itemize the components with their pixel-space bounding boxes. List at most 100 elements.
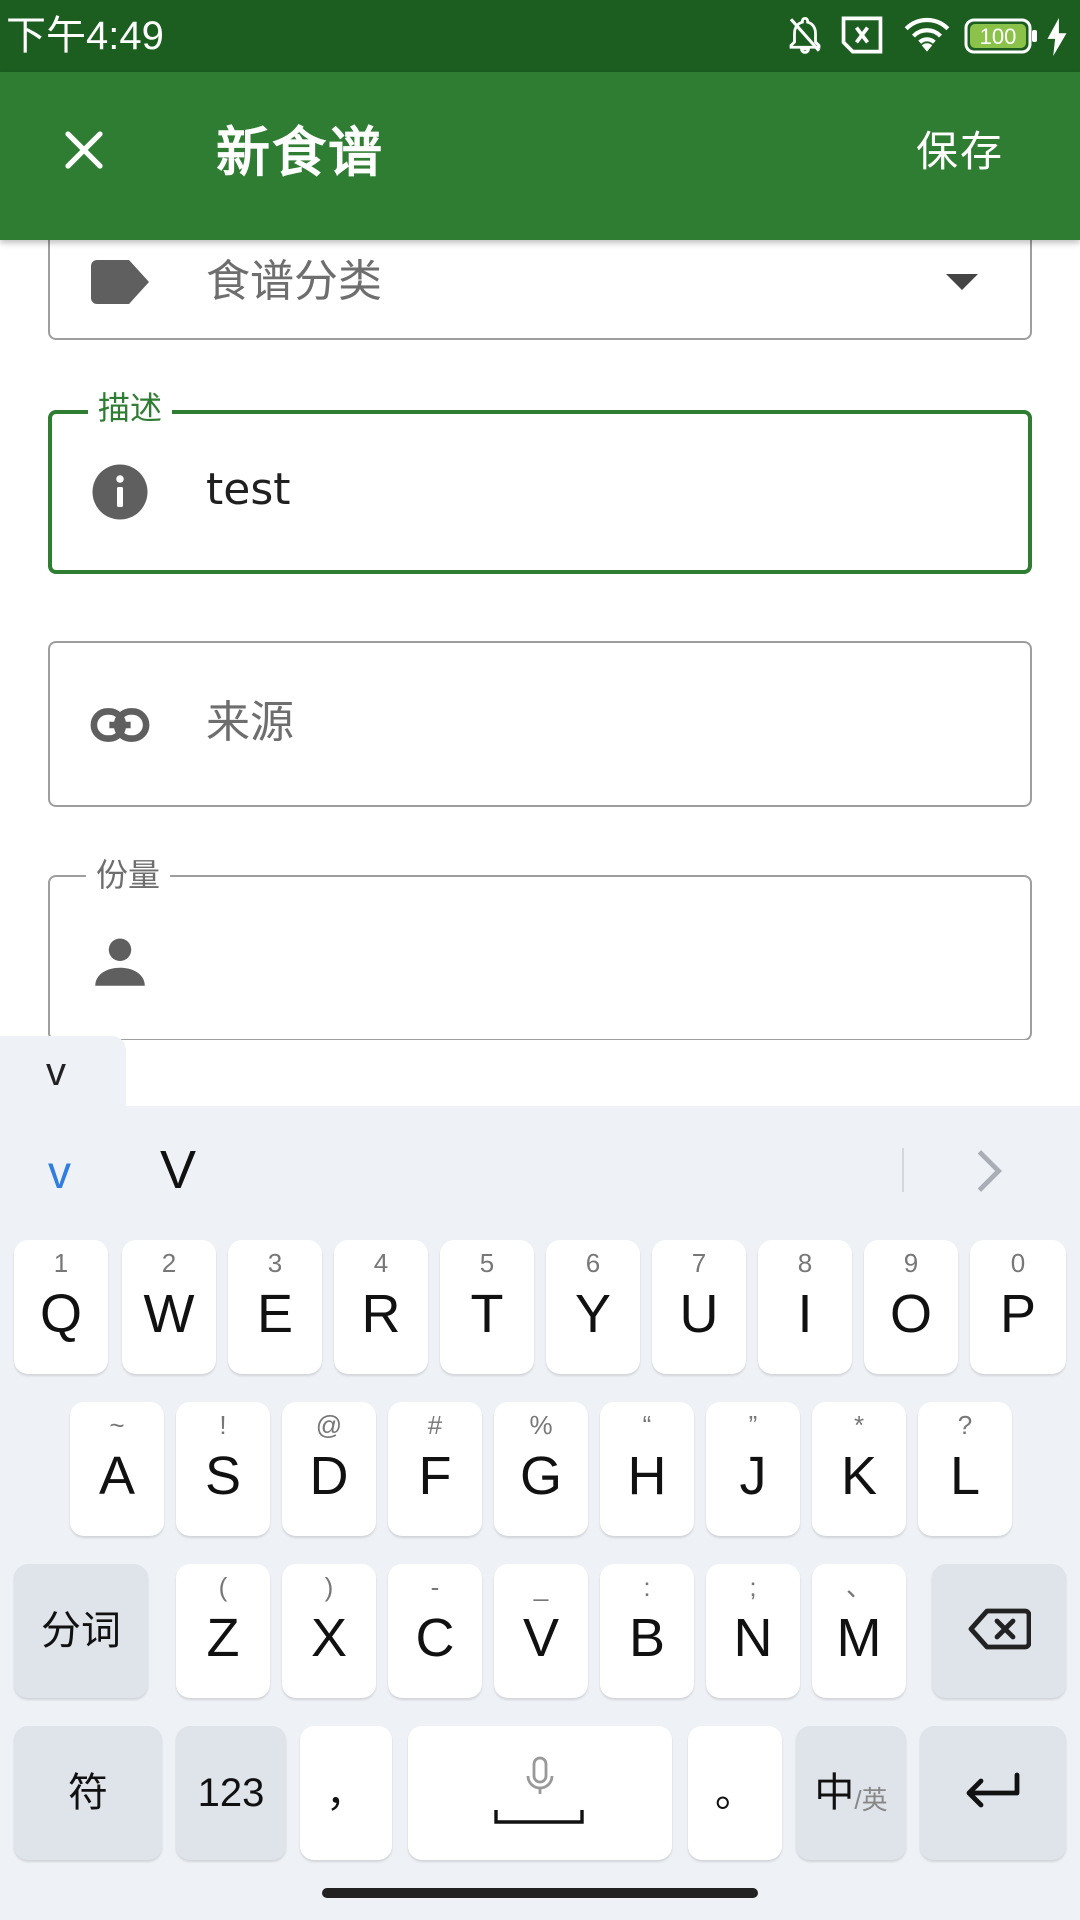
key-a[interactable]: ~ A <box>70 1402 164 1536</box>
category-dropdown[interactable]: 食谱分类 <box>48 240 1032 340</box>
backspace-icon <box>967 1607 1032 1656</box>
key-e[interactable]: 3E <box>228 1240 322 1374</box>
key-i[interactable]: 8I <box>758 1240 852 1374</box>
mute-bell-icon <box>784 14 826 60</box>
key-hint: : <box>643 1572 651 1602</box>
key-hint: * <box>853 1410 865 1440</box>
key-c[interactable]: -C <box>388 1564 482 1698</box>
enter-key[interactable] <box>920 1726 1066 1860</box>
candidate-bar: v V <box>0 1106 1080 1232</box>
person-icon <box>90 931 150 991</box>
close-button[interactable] <box>44 112 124 192</box>
key-h[interactable]: “H <box>600 1402 694 1536</box>
key-letter: C <box>415 1608 455 1668</box>
description-field[interactable]: 描述 test <box>48 388 1032 574</box>
key-letter: S <box>204 1446 242 1506</box>
candidate-divider <box>902 1148 904 1192</box>
key-j[interactable]: ” J <box>706 1402 800 1536</box>
key-r[interactable]: 4R <box>334 1240 428 1374</box>
close-icon <box>60 126 108 178</box>
key-n[interactable]: ; N <box>706 1564 800 1698</box>
key-hint: “ <box>642 1410 652 1440</box>
key-letter: V <box>522 1608 560 1668</box>
key-hint: _ <box>533 1572 549 1602</box>
key-letter: E <box>256 1284 294 1344</box>
enter-icon <box>963 1771 1023 1816</box>
dropdown-arrow-icon <box>946 274 978 290</box>
key-letter: N <box>733 1608 773 1668</box>
period-key-label: 。 <box>715 1771 755 1815</box>
key-b[interactable]: :B <box>600 1564 694 1698</box>
backspace-key[interactable] <box>932 1564 1066 1698</box>
key-l[interactable]: ? L <box>918 1402 1012 1536</box>
chevron-right-icon[interactable] <box>964 1146 1014 1196</box>
key-x[interactable]: ) X <box>282 1564 376 1698</box>
composing-text: v <box>0 1036 126 1108</box>
key-letter: I <box>797 1284 813 1344</box>
description-input[interactable]: test <box>206 462 291 518</box>
comma-key-label: ， <box>326 1771 366 1815</box>
key-p[interactable]: 0P <box>970 1240 1066 1374</box>
key-w[interactable]: 2W <box>122 1240 216 1374</box>
link-icon <box>90 695 150 755</box>
key-letter: H <box>627 1446 667 1506</box>
key-u[interactable]: 7U <box>652 1240 746 1374</box>
app-bar: 新食谱 保存 <box>0 72 1080 240</box>
language-sub-label: /英 <box>854 1784 888 1815</box>
key-z[interactable]: (Z <box>176 1564 270 1698</box>
key-letter: W <box>143 1284 195 1344</box>
key-k[interactable]: * K <box>812 1402 906 1536</box>
key-hint: ~ <box>109 1410 125 1440</box>
key-hint: @ <box>315 1410 343 1440</box>
candidate-item[interactable]: V <box>160 1140 196 1200</box>
category-placeholder: 食谱分类 <box>206 256 382 307</box>
key-hint: 0 <box>1010 1248 1026 1278</box>
key-letter: K <box>840 1446 878 1506</box>
key-hint: 1 <box>53 1248 69 1278</box>
status-bar: 下午4:49 100 <box>0 0 1080 72</box>
key-s[interactable]: ! S <box>176 1402 270 1536</box>
key-hint: ! <box>219 1410 227 1440</box>
servings-field[interactable]: 份量 <box>48 855 1032 1040</box>
source-placeholder: 来源 <box>206 697 294 748</box>
recipe-form: 食谱分类 描述 test 来源 份量 <box>0 240 1080 1040</box>
source-field[interactable]: 来源 <box>48 641 1032 807</box>
key-letter: L <box>949 1446 981 1506</box>
label-tag-icon <box>90 252 150 312</box>
key-letter: B <box>628 1608 666 1668</box>
segment-key[interactable]: 分词 <box>14 1564 148 1698</box>
key-letter: M <box>836 1608 882 1668</box>
key-q[interactable]: 1Q <box>14 1240 108 1374</box>
key-o[interactable]: 9O <box>864 1240 958 1374</box>
key-letter: J <box>739 1446 767 1506</box>
period-key[interactable]: 。 <box>688 1726 782 1860</box>
key-hint: ? <box>957 1410 973 1440</box>
key-f[interactable]: # F <box>388 1402 482 1536</box>
key-g[interactable]: % G <box>494 1402 588 1536</box>
comma-key[interactable]: ， <box>300 1726 392 1860</box>
home-indicator[interactable] <box>322 1888 758 1898</box>
save-button[interactable]: 保存 <box>916 124 1004 180</box>
key-y[interactable]: 6Y <box>546 1240 640 1374</box>
candidate-item[interactable]: v <box>48 1144 71 1200</box>
key-letter: Y <box>574 1284 612 1344</box>
key-letter: A <box>98 1446 136 1506</box>
key-hint: ; <box>749 1572 757 1602</box>
info-icon <box>90 462 150 522</box>
servings-label: 份量 <box>86 855 171 895</box>
key-d[interactable]: @ D <box>282 1402 376 1536</box>
status-time: 下午4:49 <box>6 14 164 58</box>
space-key[interactable] <box>408 1726 672 1860</box>
numbers-key[interactable]: 123 <box>176 1726 286 1860</box>
key-hint: 8 <box>797 1248 813 1278</box>
symbols-key[interactable]: 符 <box>14 1726 162 1860</box>
language-switch-key[interactable]: 中/英 <box>796 1726 906 1860</box>
key-t[interactable]: 5T <box>440 1240 534 1374</box>
key-v[interactable]: _ V <box>494 1564 588 1698</box>
page-title: 新食谱 <box>216 121 384 184</box>
key-m[interactable]: 、 M <box>812 1564 906 1698</box>
battery-icon: 100 <box>964 18 1040 58</box>
key-hint: 、 <box>845 1572 872 1602</box>
key-letter: U <box>679 1284 719 1344</box>
space-bar-icon <box>494 1808 584 1833</box>
